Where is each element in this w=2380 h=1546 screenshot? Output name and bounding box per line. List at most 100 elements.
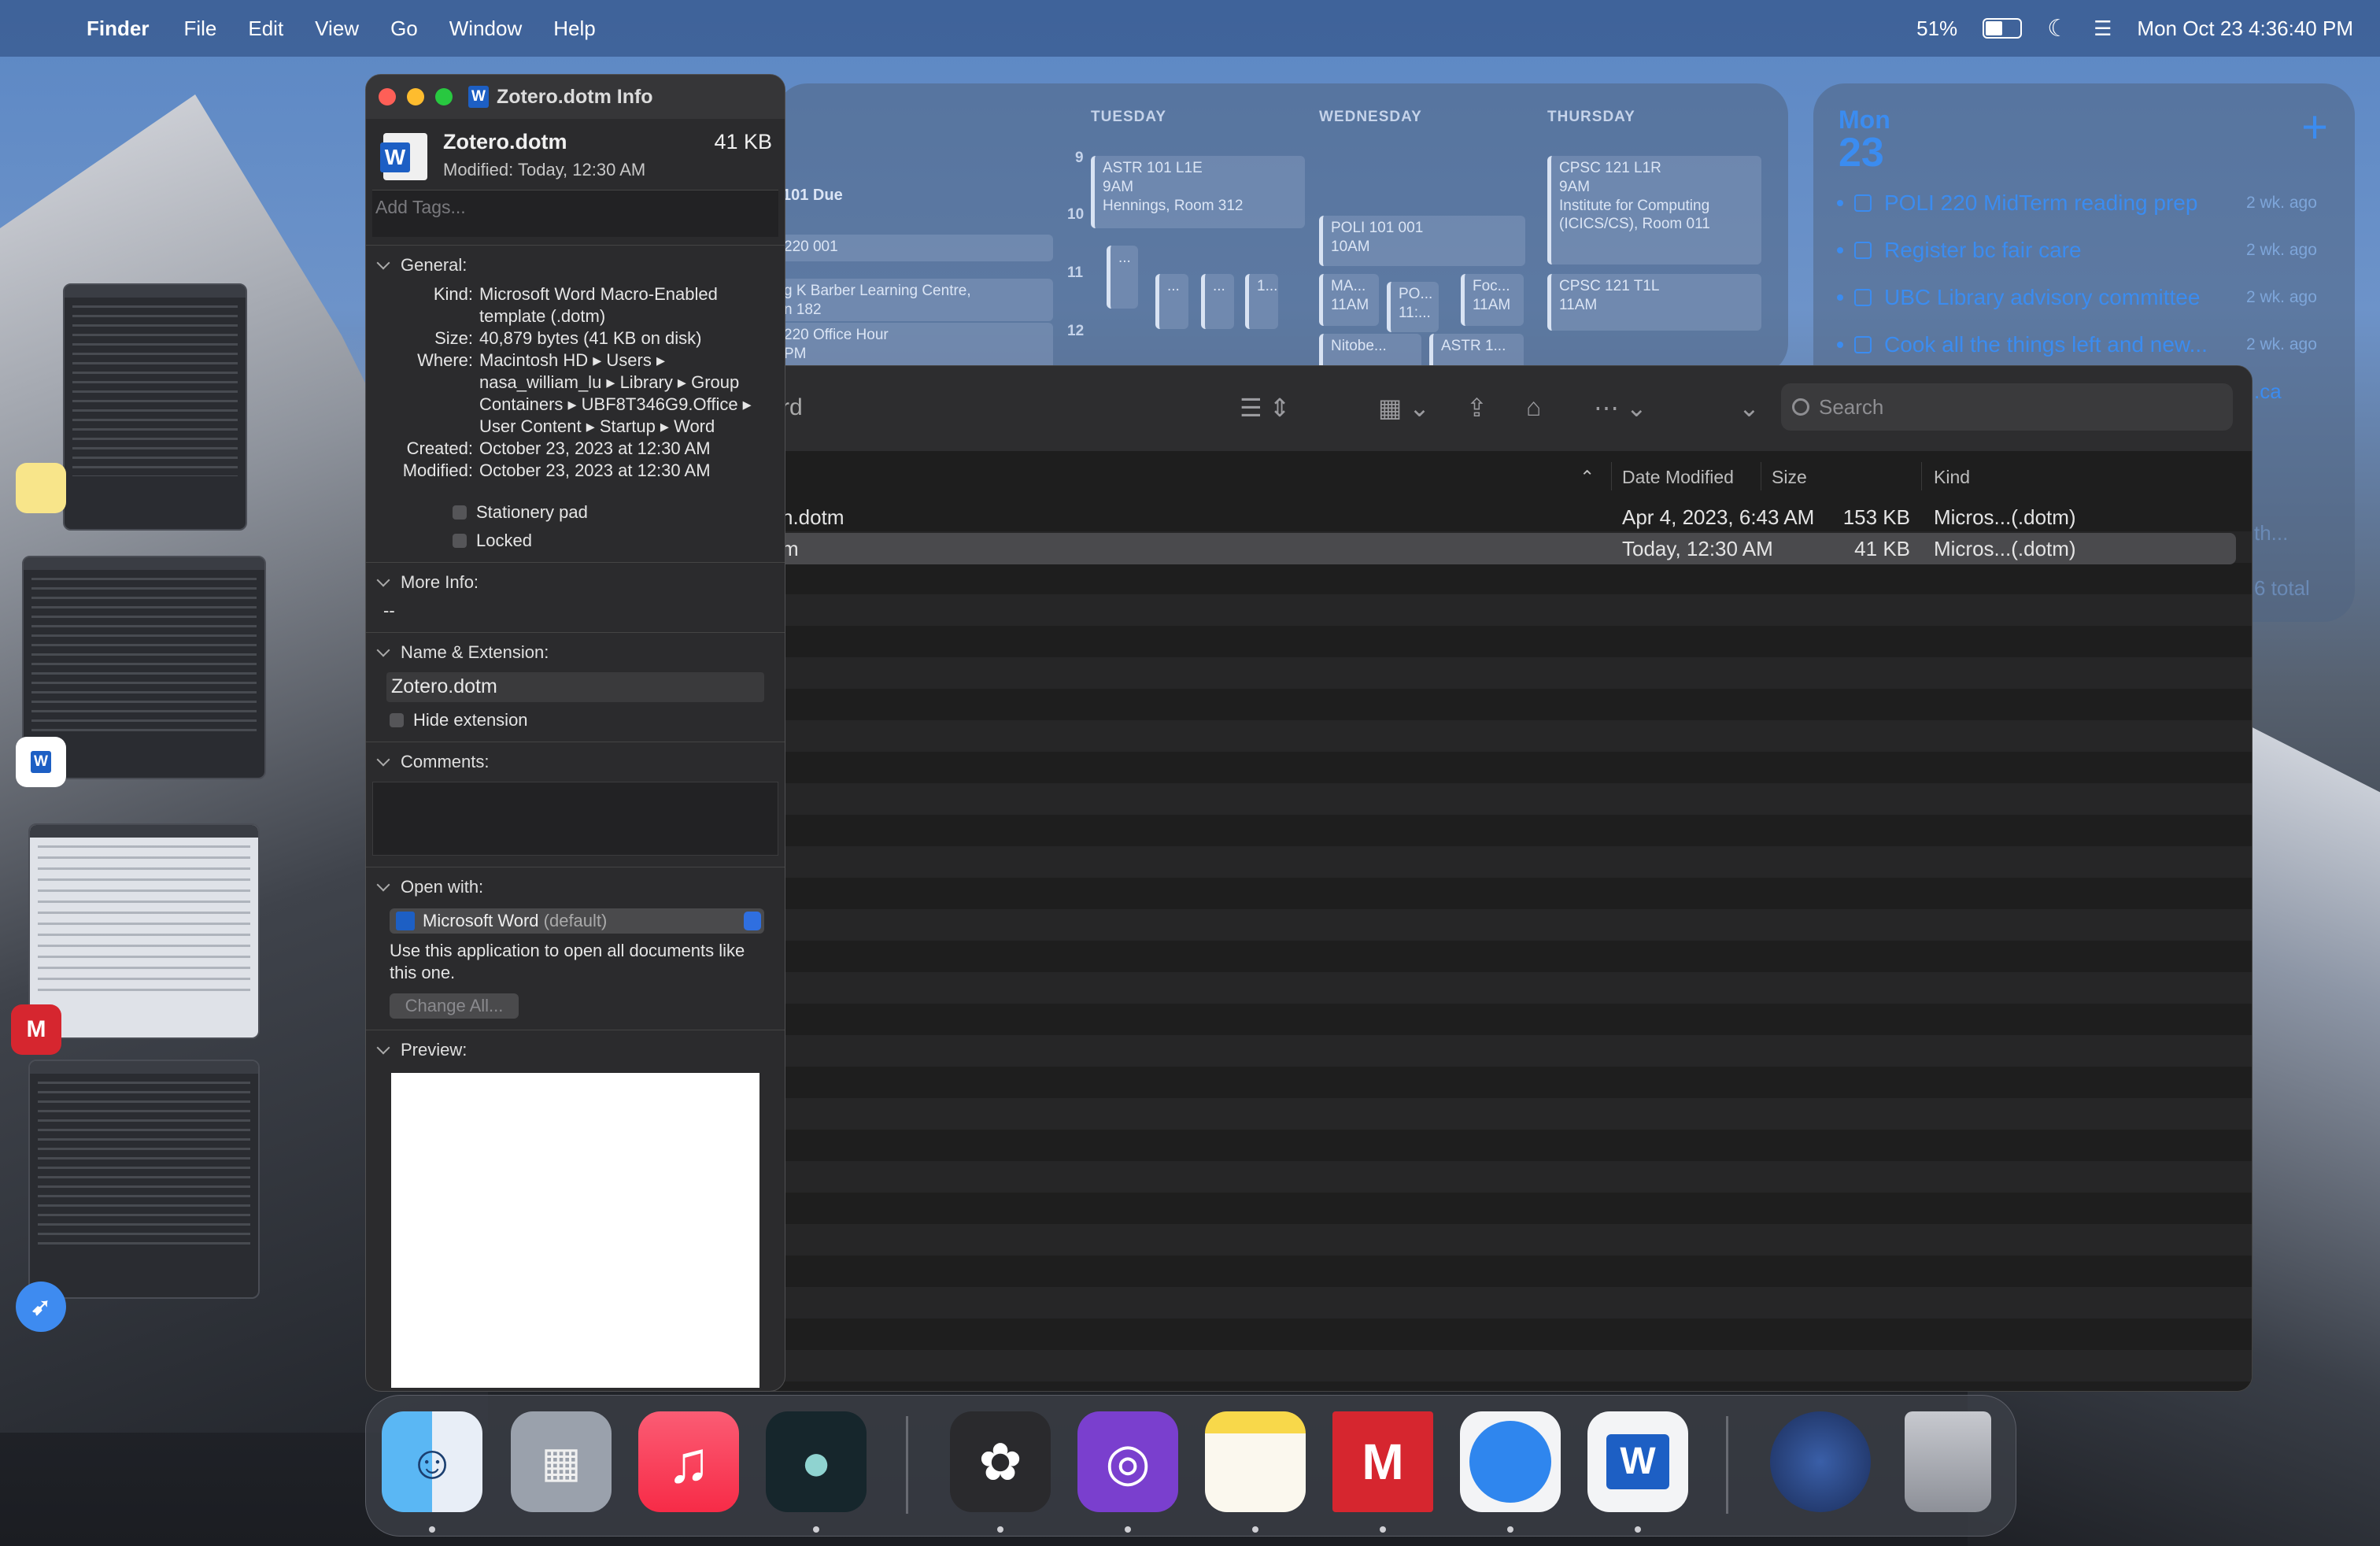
- music-icon[interactable]: ♫: [638, 1411, 739, 1512]
- calendar-event-mini[interactable]: ...: [1107, 246, 1138, 309]
- trash-icon[interactable]: [1905, 1411, 1991, 1512]
- safari-icon[interactable]: [1460, 1411, 1561, 1512]
- event-title: Foc...: [1473, 278, 1510, 294]
- calendar-event-mini[interactable]: 1...: [1245, 274, 1278, 329]
- event-title: ...: [1213, 278, 1225, 294]
- finder-window[interactable]: rd ☰ ⇕ ▦ ⌄ ⇪ ⌂ ⋯ ⌄ ⌄ Search ⌃ Date Modif…: [743, 365, 2252, 1392]
- group-icon[interactable]: ▦ ⌄: [1378, 393, 1430, 423]
- info-header: W Zotero.dotm 41 KB Modified: Today, 12:…: [366, 119, 785, 190]
- list-view-icon[interactable]: ☰ ⇕: [1240, 393, 1290, 423]
- column-date-modified[interactable]: Date Modified: [1622, 467, 1734, 488]
- comments-header[interactable]: Comments:: [376, 752, 785, 772]
- control-center-icon[interactable]: ☰: [2094, 17, 2112, 41]
- file-row[interactable]: n.dotm Apr 4, 2023, 6:43 AM 153 KB Micro…: [744, 501, 2236, 533]
- reminder-item[interactable]: Register bc fair care 2 wk. ago: [1837, 238, 2317, 263]
- tableplus-icon[interactable]: ●: [766, 1411, 867, 1512]
- chevron-down-icon[interactable]: ⌄: [1739, 393, 1760, 423]
- launchpad-icon[interactable]: ▦: [511, 1411, 612, 1512]
- stage-manager-window[interactable]: [63, 283, 247, 531]
- menu-edit[interactable]: Edit: [248, 17, 283, 41]
- hide-extension-checkbox[interactable]: Hide extension: [390, 710, 785, 730]
- calendar-event-cpsc[interactable]: CPSC 121 L1R 9AM Institute for Computing…: [1547, 156, 1761, 264]
- close-button[interactable]: [379, 88, 396, 105]
- column-kind[interactable]: Kind: [1934, 467, 1970, 488]
- calendar-event-ma[interactable]: MA... 11AM: [1319, 274, 1379, 326]
- calendar-event[interactable]: 101 Due: [782, 186, 843, 205]
- chevron-down-icon: [376, 573, 390, 587]
- calendar-event-astr[interactable]: ASTR 101 L1E 9AM Hennings, Room 312: [1091, 156, 1305, 228]
- search-input[interactable]: Search: [1781, 383, 2233, 431]
- get-info-window[interactable]: W Zotero.dotm Info W Zotero.dotm 41 KB Mo…: [365, 74, 785, 1392]
- minimize-button[interactable]: [407, 88, 424, 105]
- more-actions-icon[interactable]: ⋯ ⌄: [1594, 393, 1647, 423]
- sort-chevron-icon[interactable]: ⌃: [1580, 467, 1595, 488]
- menu-file[interactable]: File: [183, 17, 216, 41]
- finder-icon[interactable]: ☺: [382, 1411, 482, 1512]
- open-with-header[interactable]: Open with:: [376, 877, 785, 897]
- change-all-button[interactable]: Change All...: [390, 993, 519, 1019]
- stationery-pad-checkbox[interactable]: Stationery pad: [453, 502, 785, 523]
- clock[interactable]: Mon Oct 23 4:36:40 PM: [2137, 17, 2353, 41]
- reminder-item[interactable]: UBC Library advisory committee 2 wk. ago: [1837, 285, 2317, 310]
- downloads-stack-icon[interactable]: [1770, 1411, 1871, 1512]
- calendar-event-po[interactable]: PO... 11:...: [1387, 282, 1439, 332]
- chatgpt-icon[interactable]: ✿: [950, 1411, 1051, 1512]
- calendar-event[interactable]: g K Barber Learning Centre, n 182: [776, 279, 1053, 321]
- reminders-total: 6 total: [2254, 576, 2310, 600]
- calendar-event[interactable]: 220 001: [776, 235, 1053, 261]
- word-icon[interactable]: W: [1587, 1411, 1688, 1512]
- menu-bar: Finder File Edit View Go Window Help 51%…: [0, 0, 2380, 57]
- reminder-checkbox[interactable]: [1854, 194, 1872, 212]
- notes-icon[interactable]: [1205, 1411, 1306, 1512]
- stage-manager-window[interactable]: [28, 823, 260, 1039]
- tags-input[interactable]: Add Tags...: [372, 190, 778, 237]
- event-location: Hennings, Room 312: [1103, 197, 1244, 214]
- preview-header[interactable]: Preview:: [376, 1040, 785, 1060]
- menu-go[interactable]: Go: [390, 17, 418, 41]
- moon-icon[interactable]: ☾: [2047, 15, 2068, 43]
- reminder-checkbox[interactable]: [1854, 289, 1872, 306]
- column-size[interactable]: Size: [1772, 467, 1807, 488]
- general-header[interactable]: General:: [376, 255, 785, 276]
- reminder-item[interactable]: POLI 220 MidTerm reading prep 2 wk. ago: [1837, 190, 2317, 216]
- notes-app-icon[interactable]: [16, 463, 66, 513]
- menu-view[interactable]: View: [315, 17, 359, 41]
- github-desktop-icon[interactable]: ◎: [1077, 1411, 1178, 1512]
- reminder-checkbox[interactable]: [1854, 336, 1872, 353]
- mendeley-app-icon[interactable]: M: [11, 1004, 61, 1055]
- menu-help[interactable]: Help: [553, 17, 595, 41]
- open-with-select[interactable]: Microsoft Word (default): [390, 908, 764, 934]
- modified-label: Modified:: [402, 460, 473, 480]
- share-icon[interactable]: ⇪: [1466, 393, 1488, 423]
- reminder-item[interactable]: Cook all the things left and new... 2 wk.…: [1837, 332, 2317, 357]
- locked-checkbox[interactable]: Locked: [453, 531, 785, 551]
- stage-manager-window[interactable]: [28, 1060, 260, 1299]
- calendar-event-cpsct[interactable]: CPSC 121 T1L 11AM: [1547, 274, 1761, 331]
- add-reminder-icon[interactable]: +: [2301, 101, 2328, 153]
- calendar-event-foc[interactable]: Foc... 11AM: [1461, 274, 1524, 326]
- menu-app-name[interactable]: Finder: [87, 17, 149, 41]
- calendar-event-poli[interactable]: POLI 101 001 10AM: [1319, 216, 1525, 266]
- event-time: 10AM: [1331, 238, 1370, 255]
- name-extension-header[interactable]: Name & Extension:: [376, 642, 785, 663]
- created-label: Created:: [406, 438, 473, 458]
- calendar-event-mini[interactable]: ...: [1155, 274, 1188, 329]
- word-app-icon[interactable]: W: [16, 737, 66, 787]
- word-doc-icon: W: [468, 86, 489, 108]
- name-field[interactable]: Zotero.dotm: [386, 672, 764, 702]
- calendar-event[interactable]: 220 Office Hour PM: [776, 323, 1053, 370]
- comments-field[interactable]: [372, 782, 778, 856]
- menu-window[interactable]: Window: [449, 17, 522, 41]
- more-info-header[interactable]: More Info:: [376, 572, 785, 593]
- calendar-widget[interactable]: TUESDAY WEDNESDAY THURSDAY 9 10 11 12 10…: [776, 83, 1788, 375]
- safari-app-icon[interactable]: ➹: [16, 1282, 66, 1332]
- size-row: Size: 40,879 bytes (41 KB on disk): [366, 327, 785, 350]
- mendeley-icon[interactable]: M: [1332, 1411, 1433, 1512]
- running-indicator: [1252, 1526, 1258, 1533]
- file-row-selected[interactable]: m Today, 12:30 AM 41 KB Micros...(.dotm): [744, 533, 2236, 564]
- tag-icon[interactable]: ⌂: [1526, 393, 1541, 422]
- zoom-button[interactable]: [435, 88, 453, 105]
- calendar-event-mini[interactable]: ...: [1201, 274, 1234, 329]
- battery-icon[interactable]: [1983, 18, 2023, 39]
- reminder-checkbox[interactable]: [1854, 242, 1872, 259]
